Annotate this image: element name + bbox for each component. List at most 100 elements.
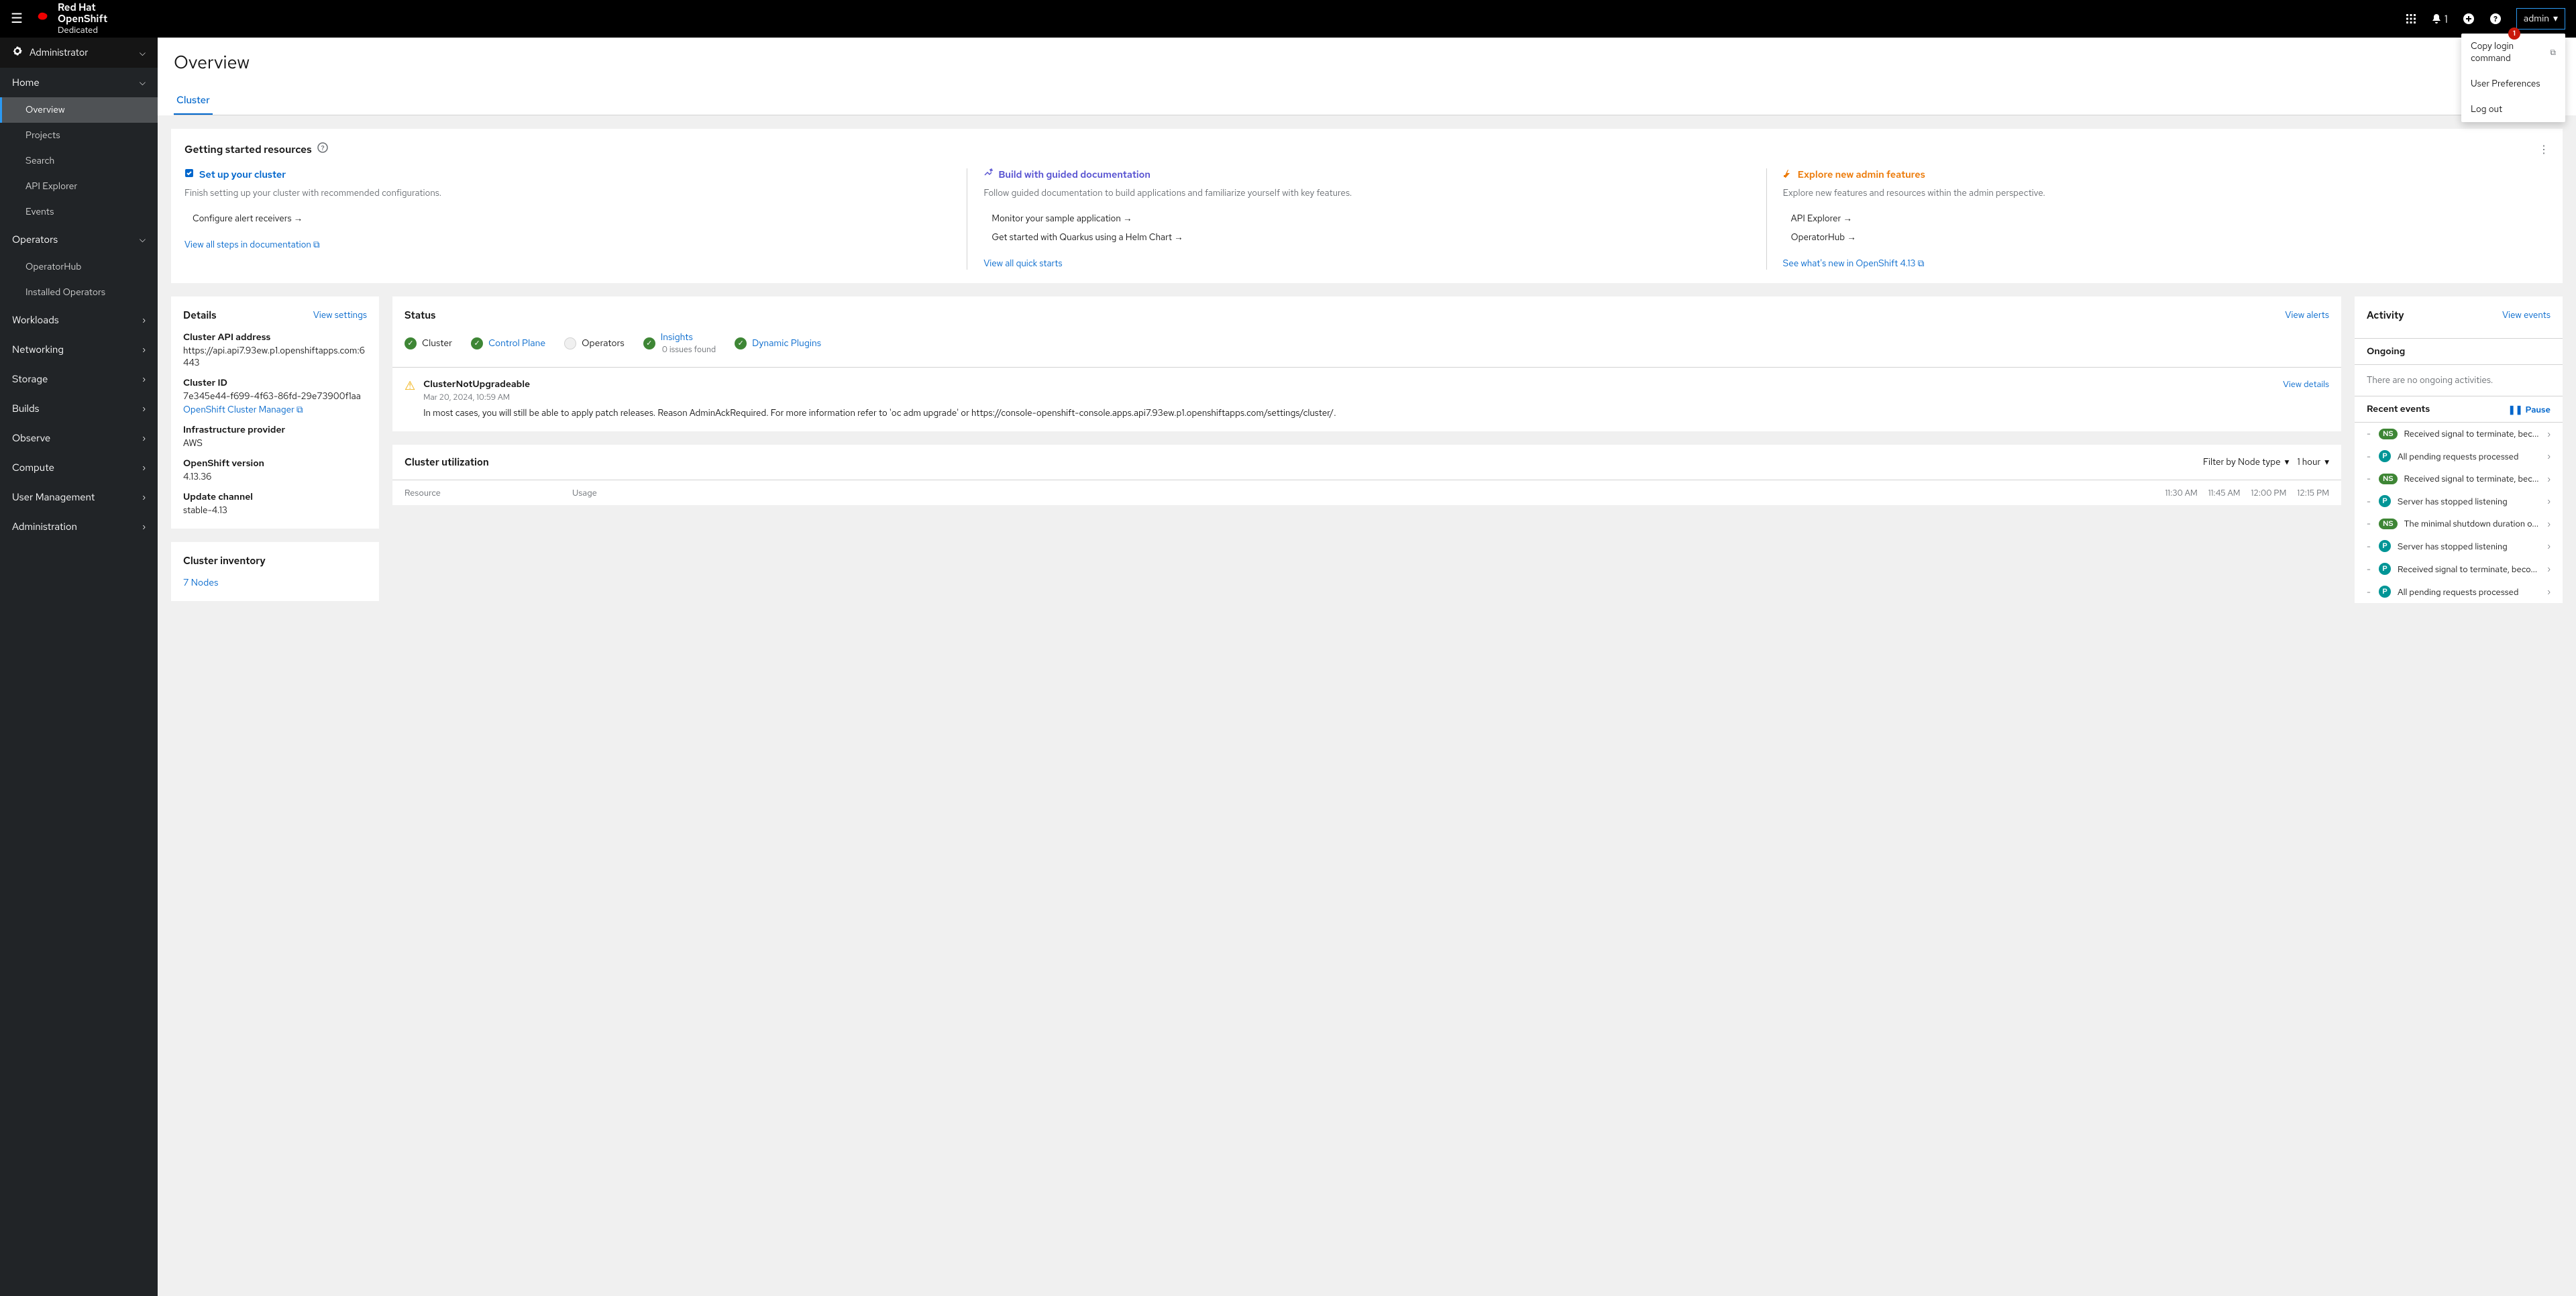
gsr-link[interactable]: Configure alert receivers → [184,209,951,228]
view-events-link[interactable]: View events [2502,309,2551,321]
event-row[interactable]: - NS Received signal to terminate, bec..… [2355,468,2563,490]
perspective-switcher[interactable]: Administrator ⌵ [0,38,158,68]
gsr-link[interactable]: API Explorer → [1783,209,2549,228]
gsr-col-head: Explore new admin features [1783,168,2549,181]
external-link-icon: ⧉ [297,404,303,416]
nav-section-workloads[interactable]: Workloads› [0,305,158,335]
nav-item-projects[interactable]: Projects [0,123,158,148]
gsr-desc: Follow guided documentation to build app… [983,186,1750,200]
gsr-title: Getting started resources [184,142,312,156]
chevron-icon: › [142,344,146,355]
event-row[interactable]: - P All pending requests processed › [2355,445,2563,468]
event-text: Received signal to terminate, bec... [2404,473,2541,484]
gsr-bottom-link[interactable]: View all quick starts [983,258,1750,270]
alert-view-details[interactable]: View details [2283,378,2329,420]
event-row[interactable]: - P All pending requests processed › [2355,580,2563,603]
status-title: Status [405,309,435,322]
detail-value: https://api.api7.93ew.p1.openshiftapps.c… [183,345,367,369]
event-time: - [2367,451,2372,462]
nav-item-api-explorer[interactable]: API Explorer [0,174,158,199]
gsr-link[interactable]: Get started with Quarkus using a Helm Ch… [983,228,1750,247]
chevron-down-icon: ⌵ [140,48,146,58]
nav-item-installed-operators[interactable]: Installed Operators [0,280,158,305]
chevron-right-icon: › [2547,474,2551,484]
detail-value: stable-4.13 [183,504,367,517]
menu-user-prefs[interactable]: User Preferences [2461,71,2565,97]
event-row[interactable]: - NS The minimal shutdown duration o... … [2355,512,2563,535]
caret-down-icon: ▾ [2285,456,2290,468]
event-time: - [2367,428,2372,439]
gsr-bottom-link[interactable]: See what's new in OpenShift 4.13 ⧉ [1783,258,2549,270]
gsr-link[interactable]: OperatorHub → [1783,228,2549,247]
nav-section-storage[interactable]: Storage› [0,364,158,394]
add-icon[interactable] [2463,13,2475,25]
util-time: 12:15 PM [2297,487,2329,498]
chevron-icon: › [142,462,146,473]
detail-value: 7e345e44-f699-4f63-86fd-29e73900f1aa [183,390,367,402]
sidebar: Administrator ⌵ Home⌵OverviewProjectsSea… [0,38,158,1296]
nav-section-operators[interactable]: Operators⌵ [0,225,158,254]
status-label: Insights [661,331,693,343]
nav-section-builds[interactable]: Builds› [0,394,158,423]
view-alerts-link[interactable]: View alerts [2285,309,2329,321]
view-settings-link[interactable]: View settings [313,309,367,321]
event-text: Received signal to terminate, beco... [2398,563,2540,575]
chevron-right-icon: › [2547,496,2551,506]
user-menu-badge: 1 [2508,28,2520,40]
status-label: Control Plane [488,337,545,349]
event-text: Received signal to terminate, bec... [2404,428,2541,439]
nav-section-user-management[interactable]: User Management› [0,482,158,512]
event-text: All pending requests processed [2398,586,2540,598]
event-text: The minimal shutdown duration o... [2404,518,2541,529]
nav-section-administration[interactable]: Administration› [0,512,158,541]
event-text: Server has stopped listening [2398,496,2540,507]
util-filter-node[interactable]: Filter by Node type ▾ [2203,456,2289,468]
gsr-icon [983,168,993,181]
nav-section-home[interactable]: Home⌵ [0,68,158,97]
status-item[interactable]: ✓ Control Plane [471,331,545,355]
user-menu-button[interactable]: admin ▾ [2516,8,2565,30]
alert-desc: In most cases, you will still be able to… [423,407,2275,420]
info-icon[interactable]: ? [317,142,328,156]
event-text: All pending requests processed [2398,451,2540,462]
inventory-nodes-link[interactable]: 7 Nodes [183,577,367,589]
detail-extra-link[interactable]: OpenShift Cluster Manager ⧉ [183,404,367,416]
gsr-bottom-link[interactable]: View all steps in documentation ⧉ [184,239,951,251]
util-time: 11:30 AM [2165,487,2197,498]
menu-logout[interactable]: Log out [2461,97,2565,122]
event-row[interactable]: - P Server has stopped listening › [2355,535,2563,557]
status-item[interactable]: ✓ Dynamic Plugins [735,331,821,355]
nav-section-compute[interactable]: Compute› [0,453,158,482]
redhat-icon [34,12,52,25]
gsr-icon [184,168,194,181]
apps-icon[interactable] [2406,13,2416,24]
event-row[interactable]: - P Server has stopped listening › [2355,490,2563,512]
pause-button[interactable]: ❚❚ Pause [2508,404,2551,415]
details-title: Details [183,309,217,322]
nav-item-operatorhub[interactable]: OperatorHub [0,254,158,280]
utilization-card: Cluster utilization Filter by Node type … [392,445,2341,505]
nav-item-events[interactable]: Events [0,199,158,225]
nav-item-overview[interactable]: Overview [0,97,158,123]
warning-icon: ⚠ [405,378,415,420]
gsr-link[interactable]: Monitor your sample application → [983,209,1750,228]
notifications-icon[interactable]: 1 [2431,12,2448,26]
event-badge: P [2379,586,2391,598]
status-item[interactable]: ✓ Insights 0 issues found [643,331,716,355]
kebab-icon[interactable]: ⋮ [2538,142,2549,156]
status-item: Operators [564,331,625,355]
gsr-col-2: Explore new admin features Explore new f… [1767,168,2549,270]
detail-value: 4.13.36 [183,471,367,483]
nav-item-search[interactable]: Search [0,148,158,174]
help-icon[interactable]: ? [2489,13,2502,25]
util-filter-time[interactable]: 1 hour ▾ [2297,456,2329,468]
gsr-desc: Explore new features and resources withi… [1783,186,2549,200]
chevron-right-icon: › [2547,563,2551,574]
nav-section-observe[interactable]: Observe› [0,423,158,453]
logo[interactable]: Red Hat OpenShift Dedicated [34,2,107,36]
hamburger-icon[interactable]: ☰ [11,10,23,28]
nav-section-networking[interactable]: Networking› [0,335,158,364]
event-row[interactable]: - P Received signal to terminate, beco..… [2355,557,2563,580]
event-row[interactable]: - NS Received signal to terminate, bec..… [2355,423,2563,445]
tab-cluster[interactable]: Cluster [174,87,213,115]
